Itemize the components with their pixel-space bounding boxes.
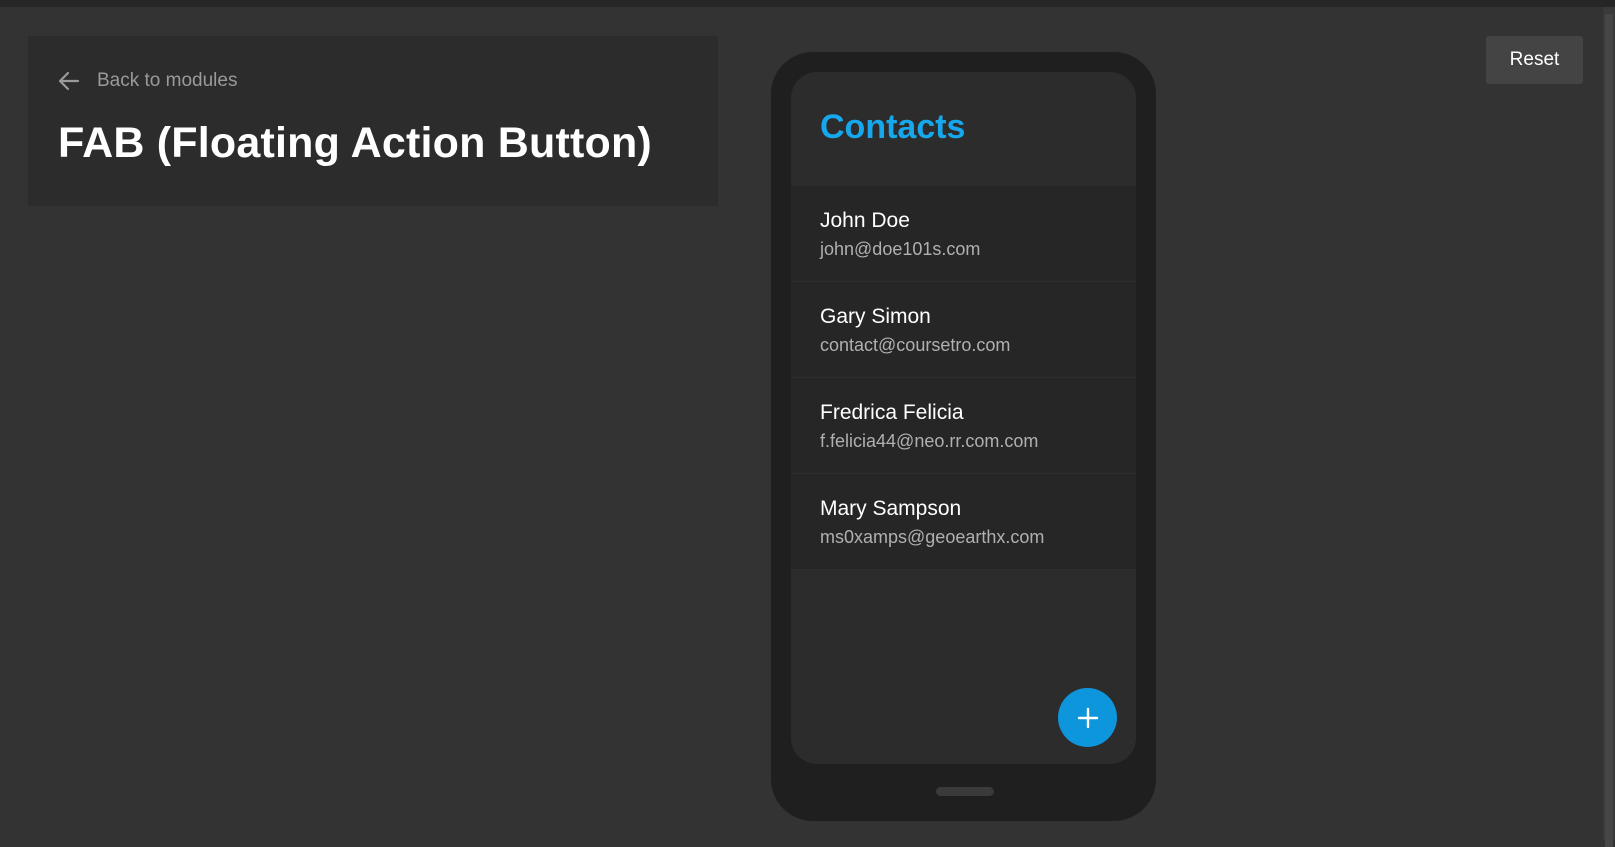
contact-name: Fredrica Felicia (820, 401, 964, 424)
contact-name: Mary Sampson (820, 497, 962, 520)
contact-list: John Doe john@doe101s.com Gary Simon con… (791, 186, 1136, 570)
phone-mockup: Contacts John Doe john@doe101s.com Gary … (771, 52, 1156, 821)
arrow-left-icon (58, 71, 80, 91)
phone-screen: Contacts John Doe john@doe101s.com Gary … (791, 72, 1136, 764)
add-contact-fab[interactable] (1058, 688, 1117, 747)
contact-email: john@doe101s.com (820, 239, 981, 259)
home-indicator (936, 787, 994, 796)
plus-icon (1077, 707, 1098, 728)
screen-title: Contacts (820, 108, 966, 146)
contact-email: ms0xamps@geoearthx.com (820, 527, 1045, 547)
contact-email: contact@coursetro.com (820, 335, 1011, 355)
reset-button[interactable]: Reset (1486, 36, 1583, 84)
back-to-modules-link[interactable]: Back to modules (58, 70, 237, 92)
contact-name: John Doe (820, 209, 910, 232)
page-scrollbar[interactable] (1603, 7, 1615, 847)
contact-list-item[interactable]: Fredrica Felicia f.felicia44@neo.rr.com.… (791, 378, 1136, 474)
contact-name: Gary Simon (820, 305, 931, 328)
contact-email: f.felicia44@neo.rr.com.com (820, 431, 1039, 451)
back-link-label: Back to modules (97, 70, 238, 91)
scrollbar-thumb[interactable] (1605, 14, 1613, 847)
page-title: FAB (Floating Action Button) (58, 119, 652, 167)
contact-list-item[interactable]: Mary Sampson ms0xamps@geoearthx.com (791, 474, 1136, 570)
contact-list-item[interactable]: John Doe john@doe101s.com (791, 186, 1136, 282)
module-header: Back to modules FAB (Floating Action But… (28, 36, 718, 206)
contact-list-item[interactable]: Gary Simon contact@coursetro.com (791, 282, 1136, 378)
window-top-bar (0, 0, 1615, 7)
